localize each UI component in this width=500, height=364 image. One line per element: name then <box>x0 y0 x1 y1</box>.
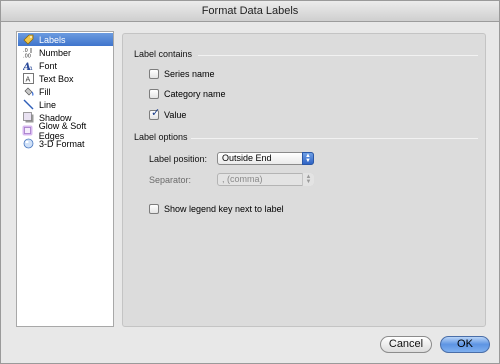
line-icon <box>22 99 34 110</box>
category-name-checkbox[interactable] <box>149 89 159 99</box>
sidebar-item-line[interactable]: Line <box>18 98 113 111</box>
category-sidebar: Labels .0.00 Number Aa Font A Text Box F… <box>16 31 114 327</box>
format-data-labels-dialog: Format Data Labels Labels .0.00 Number A… <box>0 0 500 364</box>
glow-icon <box>22 125 34 136</box>
value-label: Value <box>164 110 187 120</box>
ok-button[interactable]: OK <box>440 336 490 353</box>
label-position-select[interactable]: Outside End ▲ ▼ <box>217 152 314 165</box>
shadow-icon <box>22 112 34 123</box>
checkmark-icon: ✓ <box>151 107 161 119</box>
sidebar-item-label: Fill <box>39 86 51 97</box>
value-checkbox[interactable]: ✓ <box>149 107 161 120</box>
category-name-label: Category name <box>164 89 226 99</box>
sidebar-item-number[interactable]: .0.00 Number <box>18 46 113 59</box>
separator-value: , (comma) <box>222 174 263 184</box>
sidebar-item-font[interactable]: Aa Font <box>18 59 113 72</box>
font-icon: Aa <box>22 60 34 71</box>
section-divider <box>198 55 478 56</box>
sidebar-item-label: Text Box <box>39 73 74 84</box>
category-name-option[interactable]: Category name <box>149 89 226 99</box>
sidebar-item-text-box[interactable]: A Text Box <box>18 72 113 85</box>
sidebar-item-label: Font <box>39 60 58 71</box>
sidebar-item-label: Labels <box>39 34 66 45</box>
popup-arrows-icon: ▲ ▼ <box>302 152 314 165</box>
three-d-format-icon <box>22 138 34 149</box>
labels-tag-icon <box>22 34 34 45</box>
sidebar-item-label: Line <box>39 99 57 110</box>
svg-text:a: a <box>29 65 33 71</box>
legend-key-option[interactable]: Show legend key next to label <box>149 204 284 214</box>
legend-key-label: Show legend key next to label <box>164 204 284 214</box>
fill-bucket-icon <box>22 86 34 97</box>
number-format-icon: .0.00 <box>22 47 34 58</box>
sidebar-item-fill[interactable]: Fill <box>18 85 113 98</box>
svg-text:A: A <box>25 76 30 84</box>
series-name-label: Series name <box>164 69 215 79</box>
svg-text:.00: .00 <box>23 54 31 59</box>
text-box-icon: A <box>22 73 34 84</box>
section-divider <box>191 138 478 139</box>
label-options-heading: Label options <box>134 132 188 142</box>
settings-panel: Label contains Series name Category name… <box>122 33 486 327</box>
series-name-option[interactable]: Series name <box>149 69 215 79</box>
sidebar-item-labels[interactable]: Labels <box>18 33 113 46</box>
sidebar-item-label: Number <box>39 47 72 58</box>
value-option[interactable]: ✓ Value <box>149 107 187 120</box>
cancel-button[interactable]: Cancel <box>380 336 432 353</box>
label-position-label: Label position: <box>149 154 208 164</box>
sidebar-item-label: 3-D Format <box>39 138 85 149</box>
legend-key-checkbox[interactable] <box>149 204 159 214</box>
series-name-checkbox[interactable] <box>149 69 159 79</box>
dialog-title: Format Data Labels <box>1 1 499 22</box>
sidebar-item-glow[interactable]: Glow & Soft Edges <box>18 121 113 141</box>
popup-arrows-icon: ▲ ▼ <box>302 173 314 186</box>
label-position-value: Outside End <box>222 153 272 163</box>
separator-label: Separator: <box>149 175 192 185</box>
separator-select[interactable]: , (comma) ▲ ▼ <box>217 173 314 186</box>
sidebar-item-3d-format[interactable]: 3-D Format <box>18 137 113 150</box>
label-contains-heading: Label contains <box>134 49 193 59</box>
